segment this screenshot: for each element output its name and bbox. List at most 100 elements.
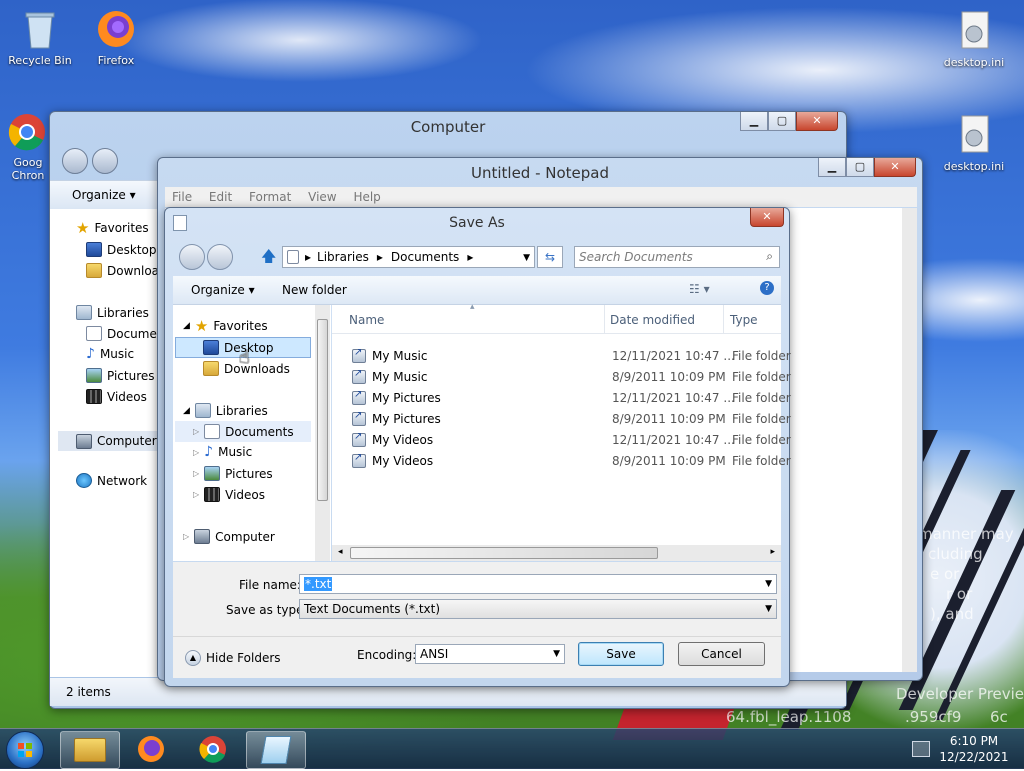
back-icon[interactable]: [179, 244, 205, 270]
cancel-button[interactable]: Cancel: [678, 642, 765, 666]
up-arrow-icon[interactable]: 🡅: [261, 249, 276, 264]
forward-icon[interactable]: [207, 244, 233, 270]
file-name-input[interactable]: *.txt ▼: [299, 574, 777, 594]
new-folder-button[interactable]: New folder: [282, 283, 347, 297]
taskbar: 6:10 PM 12/22/2021: [0, 728, 1024, 769]
desktop-icon-chrome[interactable]: Goog Chron: [0, 112, 54, 182]
taskbar-notepad[interactable]: [246, 731, 306, 769]
file-list-h-scrollbar[interactable]: ◂ ▸: [332, 545, 781, 561]
scrollbar-thumb[interactable]: [350, 547, 658, 559]
menu-edit[interactable]: Edit: [209, 190, 232, 204]
file-row[interactable]: My Pictures 8/9/2011 10:09 PM File folder: [332, 408, 791, 429]
nav-computer[interactable]: Computer: [58, 431, 158, 451]
nav-favorites[interactable]: ★ Favorites: [76, 221, 149, 236]
close-button[interactable]: ✕: [874, 158, 916, 177]
chevron-down-icon[interactable]: ▼: [553, 649, 560, 659]
scrollbar-thumb[interactable]: [317, 319, 328, 501]
desktop-icon-desktop-ini[interactable]: desktop.ini: [938, 114, 1010, 173]
nav-libraries[interactable]: ◢ Libraries: [183, 403, 268, 418]
menu-format[interactable]: Format: [249, 190, 291, 204]
save-type-select[interactable]: Text Documents (*.txt) ▼: [299, 599, 777, 619]
refresh-button[interactable]: ⇆: [537, 246, 563, 268]
file-name-label: File name:: [239, 578, 301, 592]
nav-music[interactable]: ♪ Music: [86, 347, 134, 361]
nav-desktop[interactable]: Desktop: [86, 242, 157, 257]
file-date-cell: 8/9/2011 10:09 PM: [612, 453, 726, 468]
nav-downloads[interactable]: Download: [86, 263, 167, 278]
column-date-modified[interactable]: Date modified: [610, 313, 695, 327]
nav-favorites[interactable]: ◢ ★ Favorites: [183, 317, 268, 335]
file-type-cell: File folder: [732, 432, 791, 447]
nav-videos[interactable]: ▷ Videos: [193, 487, 265, 502]
maximize-button[interactable]: ▢: [768, 112, 796, 131]
maximize-button[interactable]: ▢: [846, 158, 874, 177]
network-tray-icon[interactable]: [912, 741, 930, 757]
nav-computer[interactable]: ▷ Computer: [183, 529, 275, 544]
minimize-button[interactable]: ▁: [740, 112, 768, 131]
file-row[interactable]: My Pictures 12/11/2021 10:47 ...File fold…: [332, 387, 791, 408]
search-input[interactable]: Search Documents ⌕: [574, 246, 780, 268]
breadcrumb-libraries[interactable]: Libraries: [317, 250, 369, 264]
encoding-select[interactable]: ANSI ▼: [415, 644, 565, 664]
start-button[interactable]: [6, 731, 44, 769]
nav-documents[interactable]: Documer: [86, 326, 162, 341]
dialog-nav-pane: ◢ ★ Favorites Desktop Downloads ◢ Libraries…: [173, 305, 331, 561]
scroll-left-icon[interactable]: ◂: [338, 547, 343, 557]
star-icon: ★: [194, 317, 209, 335]
menu-file[interactable]: File: [172, 190, 192, 204]
firefox-icon: [96, 8, 136, 50]
close-button[interactable]: ✕: [796, 112, 838, 131]
nav-music[interactable]: ▷ ♪ Music: [193, 445, 252, 459]
folder-shortcut-icon: [352, 389, 366, 405]
desktop-icon-recycle-bin[interactable]: Recycle Bin: [4, 8, 76, 67]
breadcrumb-documents[interactable]: Documents: [391, 250, 459, 264]
nav-documents[interactable]: ▷ Documents: [175, 421, 311, 442]
view-options-icon[interactable]: ☷ ▾: [689, 282, 710, 296]
organize-button[interactable]: Organize ▾: [72, 188, 136, 202]
nav-pictures[interactable]: Pictures: [86, 368, 155, 383]
desktop-icon-desktop-ini[interactable]: desktop.ini: [938, 10, 1010, 69]
nav-network[interactable]: Network: [76, 473, 147, 488]
clock[interactable]: 6:10 PM 12/22/2021: [936, 733, 1012, 765]
file-row[interactable]: My Videos 12/11/2021 10:47 ...File folder: [332, 429, 791, 450]
menu-help[interactable]: Help: [353, 190, 380, 204]
save-type-value: Text Documents (*.txt): [304, 602, 441, 616]
desktop-icon-firefox[interactable]: Firefox: [80, 8, 152, 67]
notepad-title: Untitled - Notepad: [470, 164, 610, 182]
taskbar-explorer[interactable]: [60, 731, 120, 769]
chevron-down-icon[interactable]: ▼: [523, 253, 530, 263]
notepad-scrollbar[interactable]: [902, 208, 917, 672]
chevron-down-icon[interactable]: ▼: [765, 579, 772, 589]
nav-libraries[interactable]: Libraries: [76, 305, 149, 320]
scroll-right-icon[interactable]: ▸: [770, 547, 775, 557]
firefox-icon: [138, 736, 164, 762]
collapse-icon: ▲: [185, 650, 201, 666]
desktop-icon-label: Firefox: [97, 54, 135, 67]
taskbar-firefox[interactable]: [122, 731, 180, 767]
file-row[interactable]: My Videos 8/9/2011 10:09 PM File folder: [332, 450, 791, 471]
chevron-down-icon[interactable]: ▼: [765, 604, 772, 614]
nav-videos[interactable]: Videos: [86, 389, 147, 404]
file-name-cell: My Pictures: [352, 410, 441, 426]
column-type[interactable]: Type: [730, 313, 758, 327]
hide-folders-button[interactable]: ▲ Hide Folders: [185, 650, 281, 666]
settings-file-icon: [954, 114, 994, 156]
column-name[interactable]: Name: [349, 313, 384, 327]
breadcrumb[interactable]: ▸ Libraries ▸ Documents ▸ ▼: [282, 246, 535, 268]
file-row[interactable]: My Music 8/9/2011 10:09 PM File folder: [332, 366, 791, 387]
save-as-dialog[interactable]: Save As ✕ 🡅 ▸ Libraries ▸ Documents ▸ ▼ …: [164, 207, 791, 687]
help-icon[interactable]: ?: [760, 281, 774, 295]
nav-pictures[interactable]: ▷ Pictures: [193, 466, 273, 481]
nav-pane-scrollbar[interactable]: [315, 305, 330, 561]
windows-logo-icon: [18, 743, 32, 757]
file-row[interactable]: My Music 12/11/2021 10:47 ...File folder: [332, 345, 791, 366]
organize-button[interactable]: Organize ▾: [191, 283, 255, 297]
save-button[interactable]: Save: [578, 642, 664, 666]
taskbar-chrome[interactable]: [184, 731, 242, 767]
minimize-button[interactable]: ▁: [818, 158, 846, 177]
menu-view[interactable]: View: [308, 190, 336, 204]
close-button[interactable]: ✕: [750, 208, 784, 227]
downloads-folder-icon: [86, 263, 102, 278]
forward-icon[interactable]: [92, 148, 118, 174]
back-icon[interactable]: [62, 148, 88, 174]
